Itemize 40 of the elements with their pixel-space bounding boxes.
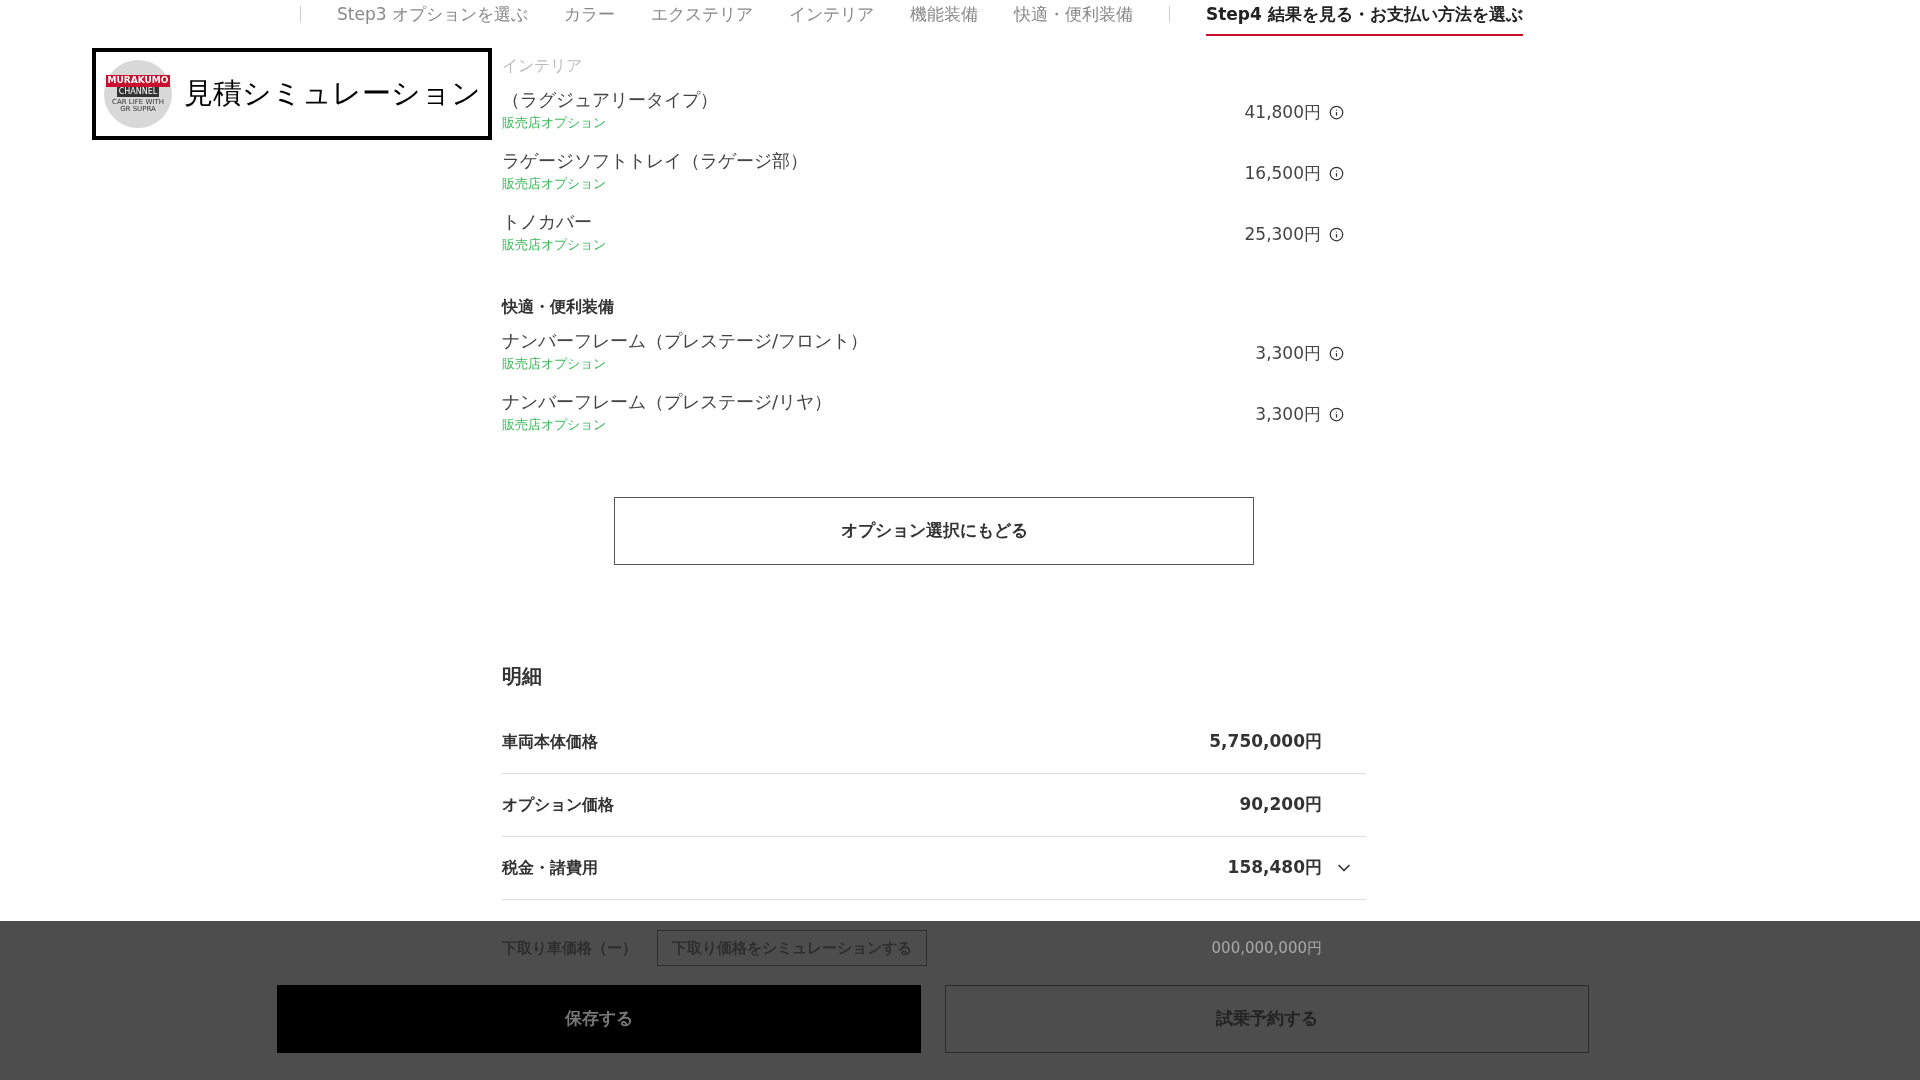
option-name: （ラグジュアリータイプ） bbox=[502, 87, 719, 112]
nav-tab[interactable]: Step3 オプションを選ぶ bbox=[337, 0, 528, 34]
nav-tab[interactable]: インテリア bbox=[788, 0, 874, 34]
option-name: ラゲージソフトトレイ（ラゲージ部） bbox=[502, 148, 809, 173]
info-icon[interactable] bbox=[1329, 407, 1344, 422]
detail-value: 90,200円 bbox=[1239, 793, 1322, 817]
nav-tab[interactable]: Step4 結果を見る・お支払い方法を選ぶ bbox=[1205, 0, 1523, 36]
detail-label: 税金・諸費用 bbox=[502, 857, 599, 879]
detail-label: 車両本体価格 bbox=[502, 731, 599, 753]
option-tag: 販売店オプション bbox=[502, 354, 606, 373]
option-name: ナンバーフレーム（プレステージ/フロント） bbox=[502, 328, 870, 353]
section-heading: インテリア bbox=[502, 55, 583, 77]
option-price: 41,800円 bbox=[1244, 100, 1321, 124]
nav-tab[interactable]: 快適・便利装備 bbox=[1013, 0, 1133, 34]
option-name: トノカバー bbox=[502, 209, 593, 234]
info-icon[interactable] bbox=[1329, 346, 1344, 361]
option-name: ナンバーフレーム（プレステージ/リヤ） bbox=[502, 389, 834, 414]
section-heading: 快適・便利装備 bbox=[502, 296, 615, 318]
details-heading: 明細 bbox=[502, 663, 543, 690]
info-icon[interactable] bbox=[1329, 105, 1344, 120]
info-icon[interactable] bbox=[1329, 227, 1344, 242]
save-button[interactable]: 保存する bbox=[277, 985, 921, 1053]
detail-value: 5,750,000円 bbox=[1209, 730, 1322, 754]
info-icon[interactable] bbox=[1329, 166, 1344, 181]
option-tag: 販売店オプション bbox=[502, 113, 606, 132]
option-tag: 販売店オプション bbox=[502, 174, 606, 193]
nav-tab[interactable]: カラー bbox=[563, 0, 615, 34]
option-tag: 販売店オプション bbox=[502, 415, 606, 434]
nav-tab[interactable]: エクステリア bbox=[650, 0, 753, 34]
option-price: 3,300円 bbox=[1255, 341, 1321, 365]
detail-value: 158,480円 bbox=[1227, 856, 1322, 880]
trade-in-value: 000,000,000円 bbox=[1211, 937, 1322, 959]
option-tag: 販売店オプション bbox=[502, 235, 606, 254]
option-price: 25,300円 bbox=[1244, 222, 1321, 246]
back-to-options-button[interactable]: オプション選択にもどる bbox=[614, 497, 1254, 565]
option-price: 3,300円 bbox=[1255, 402, 1321, 426]
nav-tab[interactable]: 機能装備 bbox=[909, 0, 978, 34]
video-title: 見積シミュレーション bbox=[184, 75, 481, 113]
option-price: 16,500円 bbox=[1244, 161, 1321, 185]
detail-label: オプション価格 bbox=[502, 794, 615, 816]
